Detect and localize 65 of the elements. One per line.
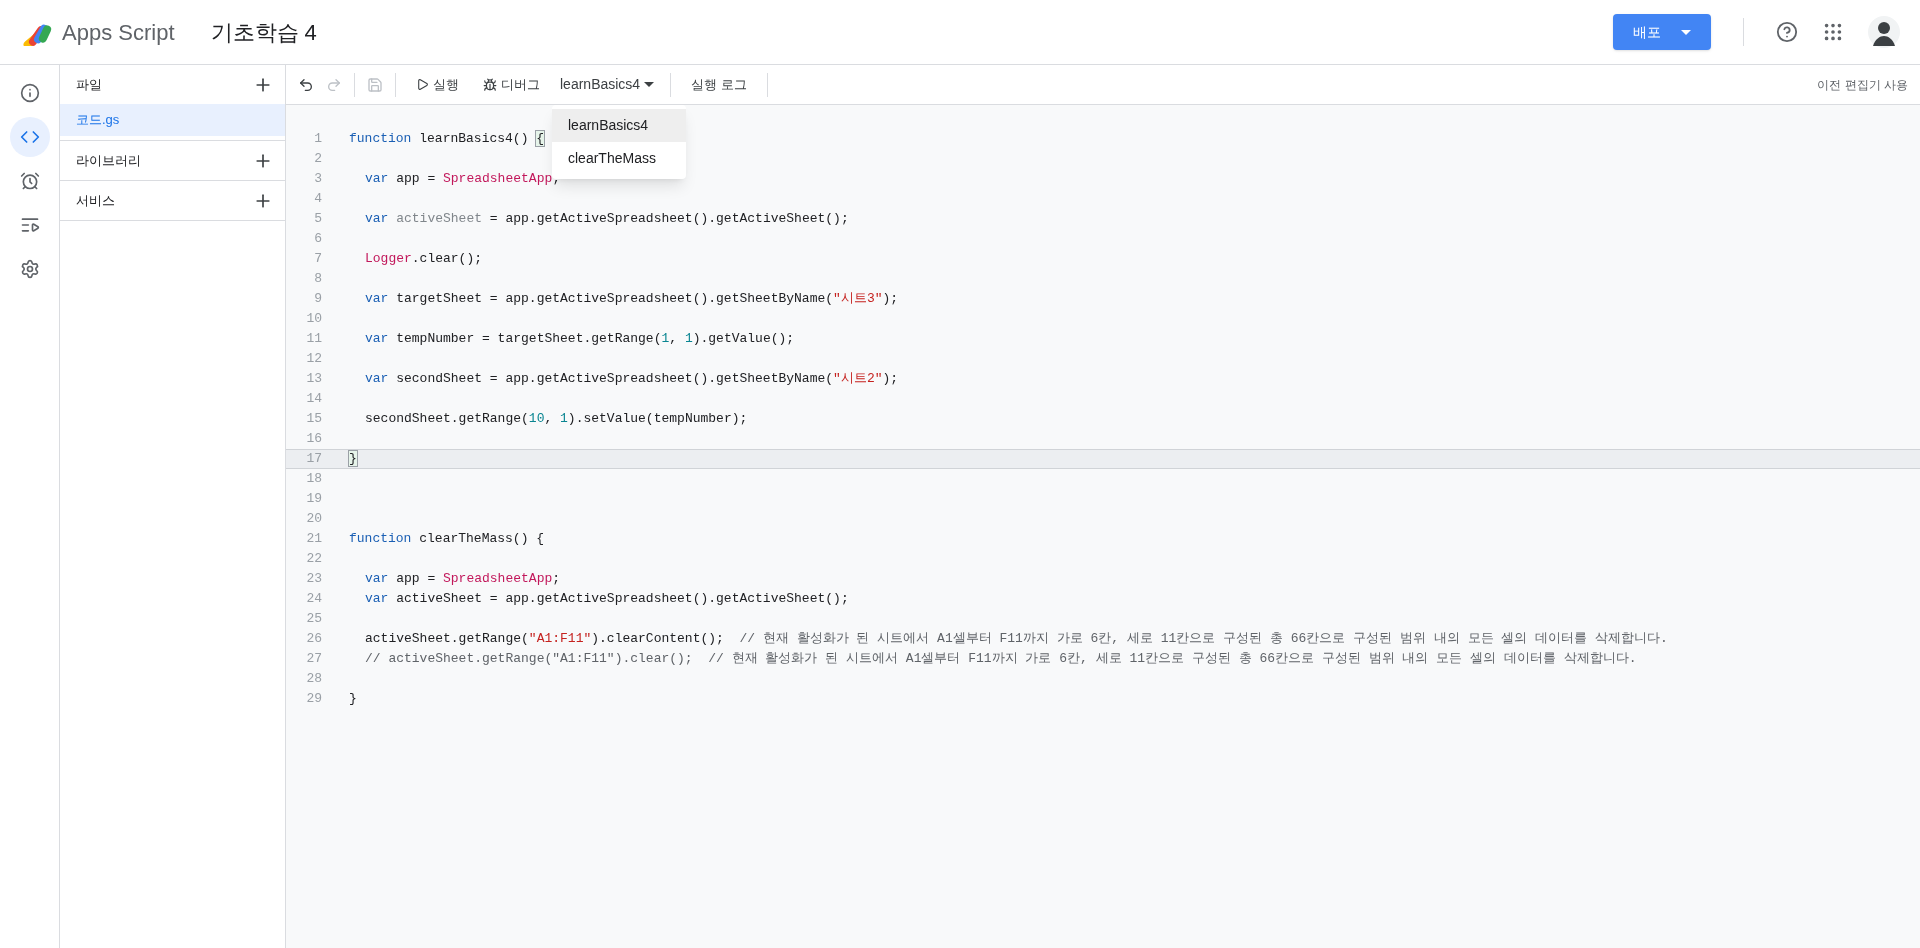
code-line: function learnBasics4() { [349,130,545,149]
section-title: 라이브러리 [76,151,141,170]
line-number: 5 [313,210,322,229]
section-title: 서비스 [76,191,115,210]
function-select[interactable]: learnBasics4 [556,74,659,95]
line-number: 25 [305,610,322,629]
line-number: 16 [305,430,322,449]
code-line: var secondSheet = app.getActiveSpreadsheet().getSheetByName("시트2"); [365,370,899,389]
line-number: 21 [305,530,322,549]
line-number: 10 [305,310,322,329]
deploy-button[interactable]: 배포 [1613,14,1711,50]
legacy-editor-link[interactable]: 이전 편집기 사용 [1817,75,1908,94]
run-button[interactable]: 실행 [408,74,467,95]
line-number: 13 [305,370,322,389]
caret-icon [1681,29,1691,35]
code-line: var tempNumber = targetSheet.getRange(1, 1).getValue(); [365,330,795,349]
code-line: secondSheet.getRange(10, 1).setValue(tempNumber); [365,410,748,429]
avatar-icon[interactable] [1868,16,1900,48]
code-line: function clearTheMass() { [349,530,545,549]
code-line: var targetSheet = app.getActiveSpreadsheet().getSheetByName("시트3"); [365,290,899,309]
line-number: 8 [313,270,322,289]
line-number: 4 [313,190,322,209]
project-title[interactable]: 기초학습 4 [210,15,317,49]
line-number: 18 [305,470,322,489]
line-number: 3 [313,170,322,189]
undo-icon[interactable] [298,76,314,93]
line-number: 17 [305,450,322,469]
help-icon[interactable] [1776,21,1798,43]
line-number: 1 [313,130,322,149]
play-icon [416,78,429,91]
caret-icon [644,82,655,87]
line-number: 15 [305,410,322,429]
menu-item[interactable]: learnBasics4 [552,109,686,142]
bug-icon [483,77,497,92]
code-line: activeSheet.getRange("A1:F11").clearContent(); // 현재 활성화가 된 시트에서 A1셀부터 F11까지 가로 6칸, 세로 11칸으로 구성된 총 66칸으로 구성된 범위 내의 모든 셀의 데이터를 삭제합니다. [365,630,1668,649]
line-number: 28 [305,670,322,689]
line-number: 11 [305,330,322,349]
line-number: 12 [305,350,322,369]
file-item[interactable]: 코드.gs [60,104,285,136]
code-line: var activeSheet = app.getActiveSpreadsheet().getActiveSheet(); [365,210,849,229]
code-icon[interactable] [9,117,50,157]
code-line: var app = SpreadsheetApp; [365,570,561,589]
execution-log-button[interactable]: 실행 로그 [683,74,755,95]
code-line: var activeSheet = app.getActiveSpreadsheet().getActiveSheet(); [365,590,849,609]
line-number: 23 [305,570,322,589]
line-number: 20 [305,510,322,529]
line-number: 9 [313,290,322,309]
line-number: 27 [305,650,322,669]
line-number: 7 [313,250,322,269]
apps-grid-icon[interactable] [1822,21,1844,43]
line-number: 14 [305,390,322,409]
line-number: 29 [305,690,322,709]
section-title: 파일 [76,75,102,94]
menu-item[interactable]: clearTheMass [552,142,686,175]
product-name: Apps Script [62,18,175,47]
line-number: 19 [305,490,322,509]
line-number: 22 [305,550,322,569]
code-line: } [349,690,357,709]
line-number: 26 [305,630,322,649]
line-number: 6 [313,230,322,249]
line-number: 24 [305,590,322,609]
code-line: // activeSheet.getRange("A1:F11").clear(); // 현재 활성화가 된 시트에서 A1셀부터 F11까지 가로 6칸, 세로 11칸으로 구성된 총 66칸으로 구성된 범위 내의 모든 셀의 데이터를 삭제합니다. [365,650,1637,669]
debug-button[interactable]: 디버그 [479,74,544,95]
code-line: Logger.clear(); [365,250,483,269]
line-number: 2 [313,150,322,169]
